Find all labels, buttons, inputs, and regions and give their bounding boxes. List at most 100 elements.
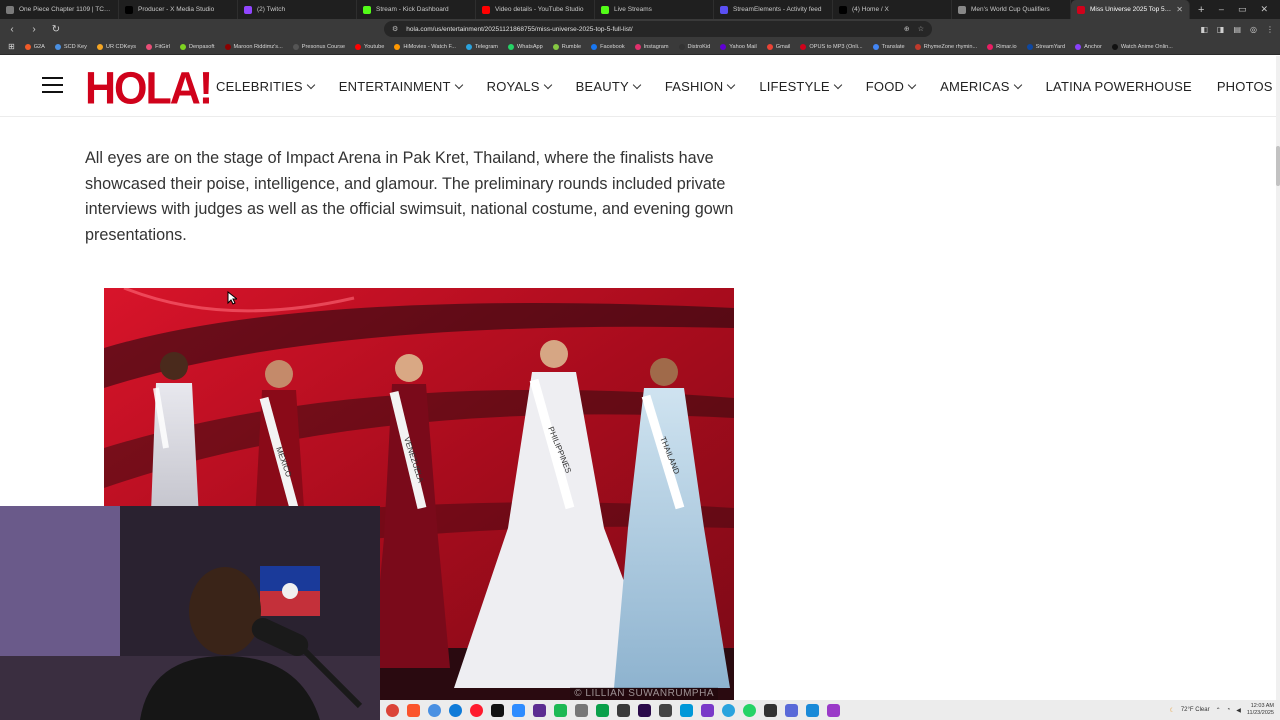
bookmark-item[interactable]: Translate bbox=[872, 43, 905, 50]
nav-item-entertainment[interactable]: ENTERTAINMENT bbox=[339, 79, 463, 94]
maximize-button[interactable]: ▭ bbox=[1238, 4, 1247, 15]
chevron-down-icon bbox=[727, 80, 736, 89]
volume-icon[interactable]: ◀ bbox=[1236, 707, 1241, 714]
profile-icon[interactable]: ◎ bbox=[1250, 25, 1257, 34]
app-taskbar-icon[interactable] bbox=[491, 703, 504, 717]
bookmark-item[interactable]: G2A bbox=[24, 43, 45, 50]
browser-tab[interactable]: Men's World Cup Qualifiers bbox=[952, 0, 1071, 19]
app-taskbar-icon[interactable] bbox=[785, 703, 798, 717]
bookmark-item[interactable]: Telegram bbox=[465, 43, 498, 50]
minimize-button[interactable]: – bbox=[1219, 4, 1224, 15]
app-taskbar-icon[interactable] bbox=[554, 703, 567, 717]
bookmark-item[interactable]: Instagram bbox=[634, 43, 669, 50]
tray-chevron-icon[interactable]: ⌃ bbox=[1216, 707, 1221, 714]
bookmark-item[interactable]: Anchor bbox=[1075, 43, 1102, 50]
bookmark-item[interactable]: RhymeZone rhymin... bbox=[914, 43, 977, 50]
app-taskbar-icon[interactable] bbox=[428, 703, 441, 717]
nav-item-celebrities[interactable]: CELEBRITIES bbox=[216, 79, 315, 94]
sidebar-icon[interactable]: ▤ bbox=[1233, 25, 1241, 34]
scroll-thumb[interactable] bbox=[1276, 146, 1280, 186]
app-taskbar-icon[interactable] bbox=[659, 703, 672, 717]
bookmark-item[interactable]: UR CDKeys bbox=[96, 43, 136, 50]
nav-item-americas[interactable]: AMERICAS bbox=[940, 79, 1022, 94]
bookmark-star-icon[interactable]: ☆ bbox=[918, 25, 924, 33]
bookmark-item[interactable]: DistroKid bbox=[678, 43, 710, 50]
app-taskbar-icon[interactable] bbox=[806, 703, 819, 717]
browser-tab[interactable]: Stream - Kick Dashboard bbox=[357, 0, 476, 19]
app-taskbar-icon[interactable] bbox=[596, 703, 609, 717]
bookmark-label: G2A bbox=[33, 43, 45, 50]
forward-button[interactable]: › bbox=[28, 24, 40, 35]
bookmark-item[interactable]: SCD Key bbox=[54, 43, 87, 50]
site-info-icon[interactable]: ⚙ bbox=[392, 25, 398, 33]
close-window-button[interactable]: ✕ bbox=[1260, 4, 1268, 15]
address-bar[interactable]: ⚙ hola.com/us/entertainment/202511218687… bbox=[384, 21, 932, 37]
app-taskbar-icon[interactable] bbox=[680, 703, 693, 717]
nav-item-photos[interactable]: PHOTOS bbox=[1217, 79, 1273, 94]
app-taskbar-icon[interactable] bbox=[512, 703, 525, 717]
extension-icon[interactable]: ◧ bbox=[1200, 25, 1208, 34]
bookmark-item[interactable]: StreamYard bbox=[1026, 43, 1065, 50]
nav-item-label: BEAUTY bbox=[575, 79, 629, 94]
new-tab-button[interactable]: + bbox=[1190, 4, 1212, 16]
menu-icon[interactable]: ⋮ bbox=[1266, 25, 1274, 34]
browser-tab[interactable]: Miss Universe 2025 Top 5 Full ✕ bbox=[1071, 0, 1190, 19]
nav-item-lifestyle[interactable]: LIFESTYLE bbox=[759, 79, 842, 94]
brave-taskbar-icon[interactable] bbox=[407, 703, 420, 717]
browser-tab[interactable]: Producer - X Media Studio bbox=[119, 0, 238, 19]
back-button[interactable]: ‹ bbox=[6, 24, 18, 35]
app-taskbar-icon[interactable] bbox=[533, 703, 546, 717]
edge-taskbar-icon[interactable] bbox=[449, 703, 462, 717]
bookmark-item[interactable]: Gmail bbox=[766, 43, 790, 50]
bookmark-favicon-icon bbox=[465, 43, 472, 50]
hola-logo[interactable]: HOLA! bbox=[85, 64, 213, 115]
nav-item-fashion[interactable]: FASHION bbox=[665, 79, 736, 94]
clock[interactable]: 12:03 AM 11/23/2025 bbox=[1247, 703, 1274, 717]
whatsapp-taskbar-icon[interactable] bbox=[743, 703, 756, 717]
tab-title: (2) Twitch bbox=[257, 6, 286, 13]
bookmark-item[interactable]: HiMovies - Watch F... bbox=[394, 43, 456, 50]
chrome-taskbar-icon[interactable] bbox=[386, 703, 399, 717]
browser-tab[interactable]: One Piece Chapter 1109 | TCB Scans bbox=[0, 0, 119, 19]
nav-item-royals[interactable]: ROYALS bbox=[487, 79, 552, 94]
wifi-icon[interactable]: ◔ bbox=[1227, 707, 1231, 713]
app-taskbar-icon[interactable] bbox=[617, 703, 630, 717]
browser-tab[interactable]: (4) Home / X bbox=[833, 0, 952, 19]
app-taskbar-icon[interactable] bbox=[701, 703, 714, 717]
bookmark-item[interactable]: Denpasoft bbox=[180, 43, 215, 50]
bookmark-item[interactable]: Presonus Course bbox=[292, 43, 345, 50]
weather-text[interactable]: 72°F Clear bbox=[1181, 707, 1210, 713]
bookmark-item[interactable]: Rimar.io bbox=[987, 43, 1017, 50]
browser-toolbar: ‹ › ↻ ⚙ hola.com/us/entertainment/202511… bbox=[0, 19, 1280, 39]
page-scrollbar[interactable] bbox=[1276, 56, 1280, 700]
reload-button[interactable]: ↻ bbox=[50, 24, 62, 35]
url-text[interactable]: hola.com/us/entertainment/20251121868755… bbox=[406, 26, 896, 33]
app-taskbar-icon[interactable] bbox=[827, 703, 840, 717]
tab-close-icon[interactable]: ✕ bbox=[1176, 5, 1183, 14]
bookmark-item[interactable]: Watch Anime Onlin... bbox=[1111, 43, 1173, 50]
app-taskbar-icon[interactable] bbox=[764, 703, 777, 717]
apps-grid-icon[interactable]: ⊞ bbox=[8, 42, 15, 51]
bookmark-item[interactable]: Youtube bbox=[354, 43, 384, 50]
bookmark-item[interactable]: Facebook bbox=[591, 43, 625, 50]
bookmark-item[interactable]: Yahoo Mail bbox=[720, 43, 757, 50]
bookmark-item[interactable]: FitGirl bbox=[146, 43, 170, 50]
hamburger-menu-icon[interactable] bbox=[42, 77, 63, 93]
telegram-taskbar-icon[interactable] bbox=[722, 703, 735, 717]
extension-icon[interactable]: ◨ bbox=[1217, 25, 1225, 34]
browser-tab[interactable]: Video details - YouTube Studio bbox=[476, 0, 595, 19]
nav-item-beauty[interactable]: BEAUTY bbox=[575, 79, 642, 94]
bookmark-item[interactable]: Maroon Riddimz's... bbox=[224, 43, 283, 50]
browser-tab[interactable]: StreamElements - Activity feed bbox=[714, 0, 833, 19]
bookmark-item[interactable]: WhatsApp bbox=[507, 43, 543, 50]
browser-tab[interactable]: Live Streams bbox=[595, 0, 714, 19]
bookmark-item[interactable]: Rumble bbox=[552, 43, 581, 50]
opera-taskbar-icon[interactable] bbox=[470, 703, 483, 717]
premiere-taskbar-icon[interactable] bbox=[638, 703, 651, 717]
bookmark-item[interactable]: OPUS to MP3 (Onli... bbox=[800, 43, 863, 50]
app-taskbar-icon[interactable] bbox=[575, 703, 588, 717]
browser-tab[interactable]: (2) Twitch bbox=[238, 0, 357, 19]
zoom-icon[interactable]: ⊕ bbox=[904, 25, 910, 33]
nav-item-latina-powerhouse[interactable]: LATINA POWERHOUSE bbox=[1046, 79, 1192, 94]
nav-item-food[interactable]: FOOD bbox=[866, 79, 917, 94]
